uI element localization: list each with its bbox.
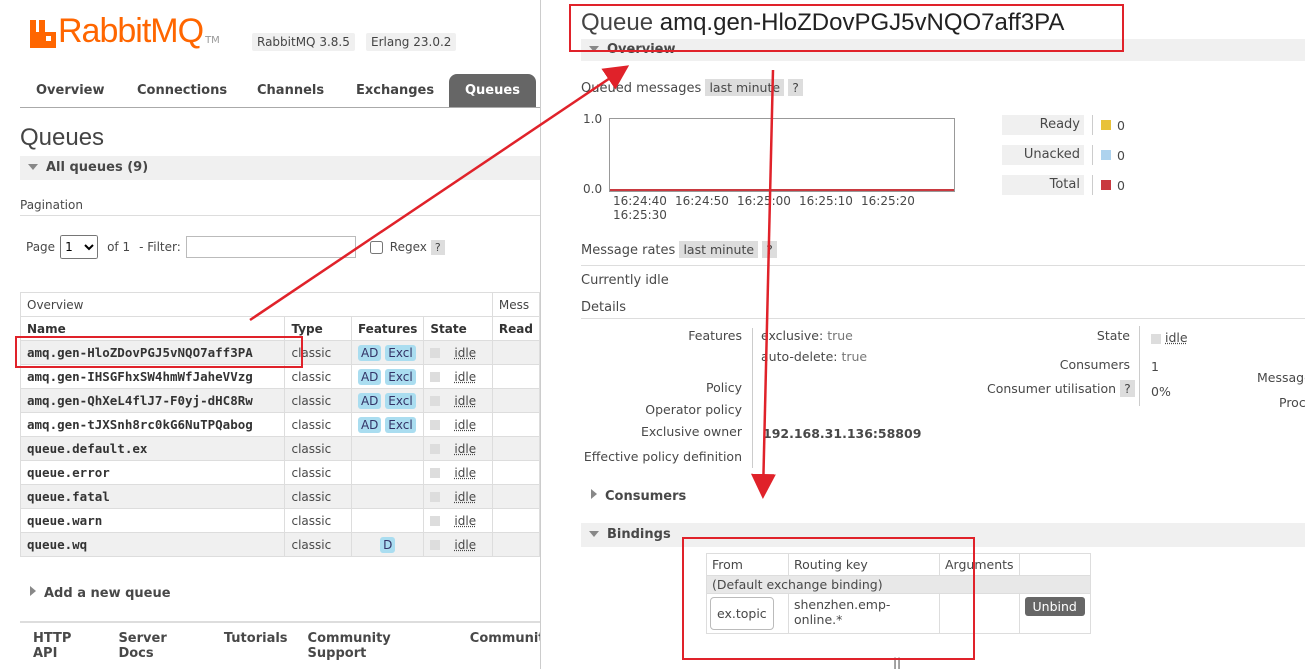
arrow-to-bindings — [750, 69, 776, 499]
arrow-to-title — [249, 65, 630, 322]
annotation-arrows — [249, 65, 776, 499]
